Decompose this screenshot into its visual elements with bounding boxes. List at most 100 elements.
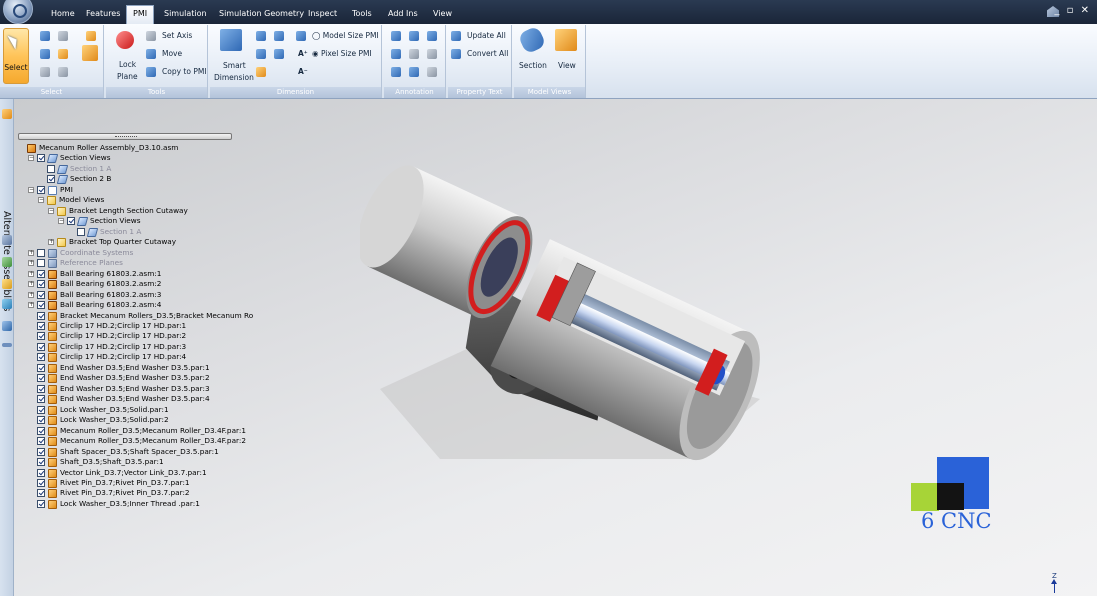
tab-add-ins[interactable]: Add Ins [382, 6, 424, 24]
section-button[interactable]: Section [519, 61, 547, 70]
collapse-icon[interactable]: − [28, 155, 34, 162]
tree-row[interactable]: Mecanum Roller_D3.5;Mecanum Roller_D3.4F… [18, 426, 258, 436]
pixel-size-pmi-option[interactable]: ◉ Pixel Size PMI [312, 49, 372, 58]
visibility-checkbox[interactable] [37, 269, 45, 278]
dimension-tool-icon[interactable] [274, 31, 284, 41]
tree-row[interactable]: − PMI [18, 185, 258, 195]
tree-row[interactable]: Circlip 17 HD.2;Circlip 17 HD.par:2 [18, 331, 258, 342]
visibility-checkbox[interactable] [37, 259, 45, 268]
tree-row[interactable]: + Reference Planes [18, 258, 258, 269]
tree-row[interactable]: − Bracket Length Section Cutaway [18, 206, 258, 216]
feature-library-icon[interactable] [2, 257, 12, 267]
tree-row[interactable]: + Ball Bearing 61803.2.asm:1 [18, 269, 258, 279]
tree-row[interactable]: Section 1 A [18, 164, 258, 174]
annotation-edge-icon[interactable] [391, 67, 401, 77]
select-option-icon[interactable] [58, 67, 68, 77]
move-button[interactable]: Move [162, 49, 182, 58]
visibility-checkbox[interactable] [37, 374, 45, 383]
view-icon[interactable] [555, 29, 577, 51]
tab-view[interactable]: View [427, 6, 458, 24]
convert-all-button[interactable]: Convert All [467, 49, 508, 58]
visibility-checkbox[interactable] [37, 280, 45, 289]
tree-row[interactable]: − Model Views [18, 195, 258, 206]
application-menu-button[interactable] [3, 0, 33, 24]
tree-row[interactable]: Shaft_D3.5;Shaft_D3.5.par:1 [18, 457, 258, 468]
layers-icon[interactable] [2, 235, 12, 245]
tree-row[interactable]: End Washer D3.5;End Washer D3.5.par:4 [18, 394, 258, 405]
model-size-pmi-option[interactable]: ◯ Model Size PMI [312, 31, 379, 40]
copy-to-pmi-button[interactable]: Copy to PMI [162, 67, 207, 76]
annotation-datum-icon[interactable] [409, 31, 419, 41]
expand-icon[interactable]: + [48, 239, 54, 246]
window-controls[interactable]: _ ▫ ✕ [1054, 5, 1091, 16]
tree-row[interactable]: Circlip 17 HD.2;Circlip 17 HD.par:4 [18, 352, 258, 363]
tree-row[interactable]: Shaft Spacer_D3.5;Shaft Spacer_D3.5.par:… [18, 447, 258, 457]
select-option-icon[interactable] [40, 49, 50, 59]
tree-row[interactable]: Rivet Pin_D3.7;Rivet Pin_D3.7.par:1 [18, 478, 258, 488]
visibility-checkbox[interactable] [67, 217, 75, 226]
tree-row[interactable]: + Ball Bearing 61803.2.asm:4 [18, 300, 258, 311]
annotation-balloon-icon[interactable] [409, 67, 419, 77]
visibility-checkbox[interactable] [37, 416, 45, 425]
visibility-checkbox[interactable] [37, 426, 45, 435]
visibility-checkbox[interactable] [37, 447, 45, 456]
annotation-callout-icon[interactable] [391, 49, 401, 59]
visibility-checkbox[interactable] [37, 363, 45, 372]
select-option-icon[interactable] [82, 45, 98, 61]
tree-row[interactable]: Mecanum Roller_D3.5;Mecanum Roller_D3.4F… [18, 436, 258, 447]
tree-row[interactable]: Mecanum Roller Assembly_D3.10.asm [18, 143, 258, 153]
visibility-checkbox[interactable] [37, 499, 45, 508]
tab-simulation[interactable]: Simulation [158, 6, 213, 24]
select-option-icon[interactable] [86, 31, 96, 41]
select-option-icon[interactable] [40, 67, 50, 77]
tree-row[interactable]: − Section Views [18, 216, 258, 227]
dimension-tool-icon[interactable] [256, 31, 266, 41]
visibility-checkbox[interactable] [37, 154, 45, 163]
tree-row[interactable]: Lock Washer_D3.5;Solid.par:1 [18, 405, 258, 415]
visibility-checkbox[interactable] [37, 395, 45, 404]
visibility-checkbox[interactable] [37, 405, 45, 414]
tree-row[interactable]: End Washer D3.5;End Washer D3.5.par:2 [18, 373, 258, 384]
visibility-checkbox[interactable] [37, 332, 45, 341]
view-button[interactable]: View [558, 61, 576, 70]
tree-row[interactable]: Section 2 B [18, 174, 258, 185]
annotation-frame-icon[interactable] [427, 31, 437, 41]
visibility-checkbox[interactable] [47, 164, 55, 173]
select-button[interactable]: Select [3, 28, 29, 84]
tree-row[interactable]: Circlip 17 HD.2;Circlip 17 HD.par:3 [18, 342, 258, 352]
visibility-checkbox[interactable] [37, 290, 45, 299]
visibility-checkbox[interactable] [37, 353, 45, 362]
lock-plane-button[interactable]: Lock [119, 60, 136, 69]
tree-row[interactable]: + Bracket Top Quarter Cutaway [18, 237, 258, 248]
expand-icon[interactable]: + [28, 270, 34, 277]
dimension-style-icon[interactable] [296, 31, 306, 41]
sensors-icon[interactable] [2, 299, 12, 309]
visibility-checkbox[interactable] [37, 342, 45, 351]
tree-row[interactable]: + Coordinate Systems [18, 248, 258, 258]
lock-plane-button-line2[interactable]: Plane [117, 72, 138, 81]
tree-row[interactable]: Section 1 A [18, 227, 258, 237]
more-tabs-icon[interactable] [2, 343, 12, 347]
annotation-line-icon[interactable] [427, 67, 437, 77]
expand-icon[interactable]: + [28, 281, 34, 288]
graphics-window[interactable]: Mecanum Roller Assembly_D3.10.asm − Sectio… [14, 99, 1097, 596]
smart-dimension-icon[interactable] [220, 29, 242, 51]
select-option-icon[interactable] [40, 31, 50, 41]
font-size-up-icon[interactable]: A⁺ [298, 49, 308, 58]
annotation-surface-icon[interactable] [409, 49, 419, 59]
tree-row[interactable]: End Washer D3.5;End Washer D3.5.par:3 [18, 384, 258, 394]
visibility-checkbox[interactable] [37, 437, 45, 446]
family-of-parts-icon[interactable] [2, 279, 12, 289]
tree-row[interactable]: Bracket Mecanum Rollers_D3.5;Bracket Mec… [18, 311, 258, 321]
visibility-checkbox[interactable] [37, 301, 45, 310]
collapse-icon[interactable]: − [58, 218, 64, 225]
collapse-icon[interactable]: − [48, 207, 54, 214]
tab-inspect[interactable]: Inspect [302, 6, 343, 24]
select-option-icon[interactable] [58, 31, 68, 41]
font-size-down-icon[interactable]: A⁻ [298, 67, 308, 76]
dimension-tool-icon[interactable] [256, 49, 266, 59]
tree-row[interactable]: + Ball Bearing 61803.2.asm:2 [18, 279, 258, 290]
visibility-checkbox[interactable] [37, 479, 45, 487]
section-icon[interactable] [517, 25, 547, 55]
visibility-checkbox[interactable] [37, 468, 45, 477]
